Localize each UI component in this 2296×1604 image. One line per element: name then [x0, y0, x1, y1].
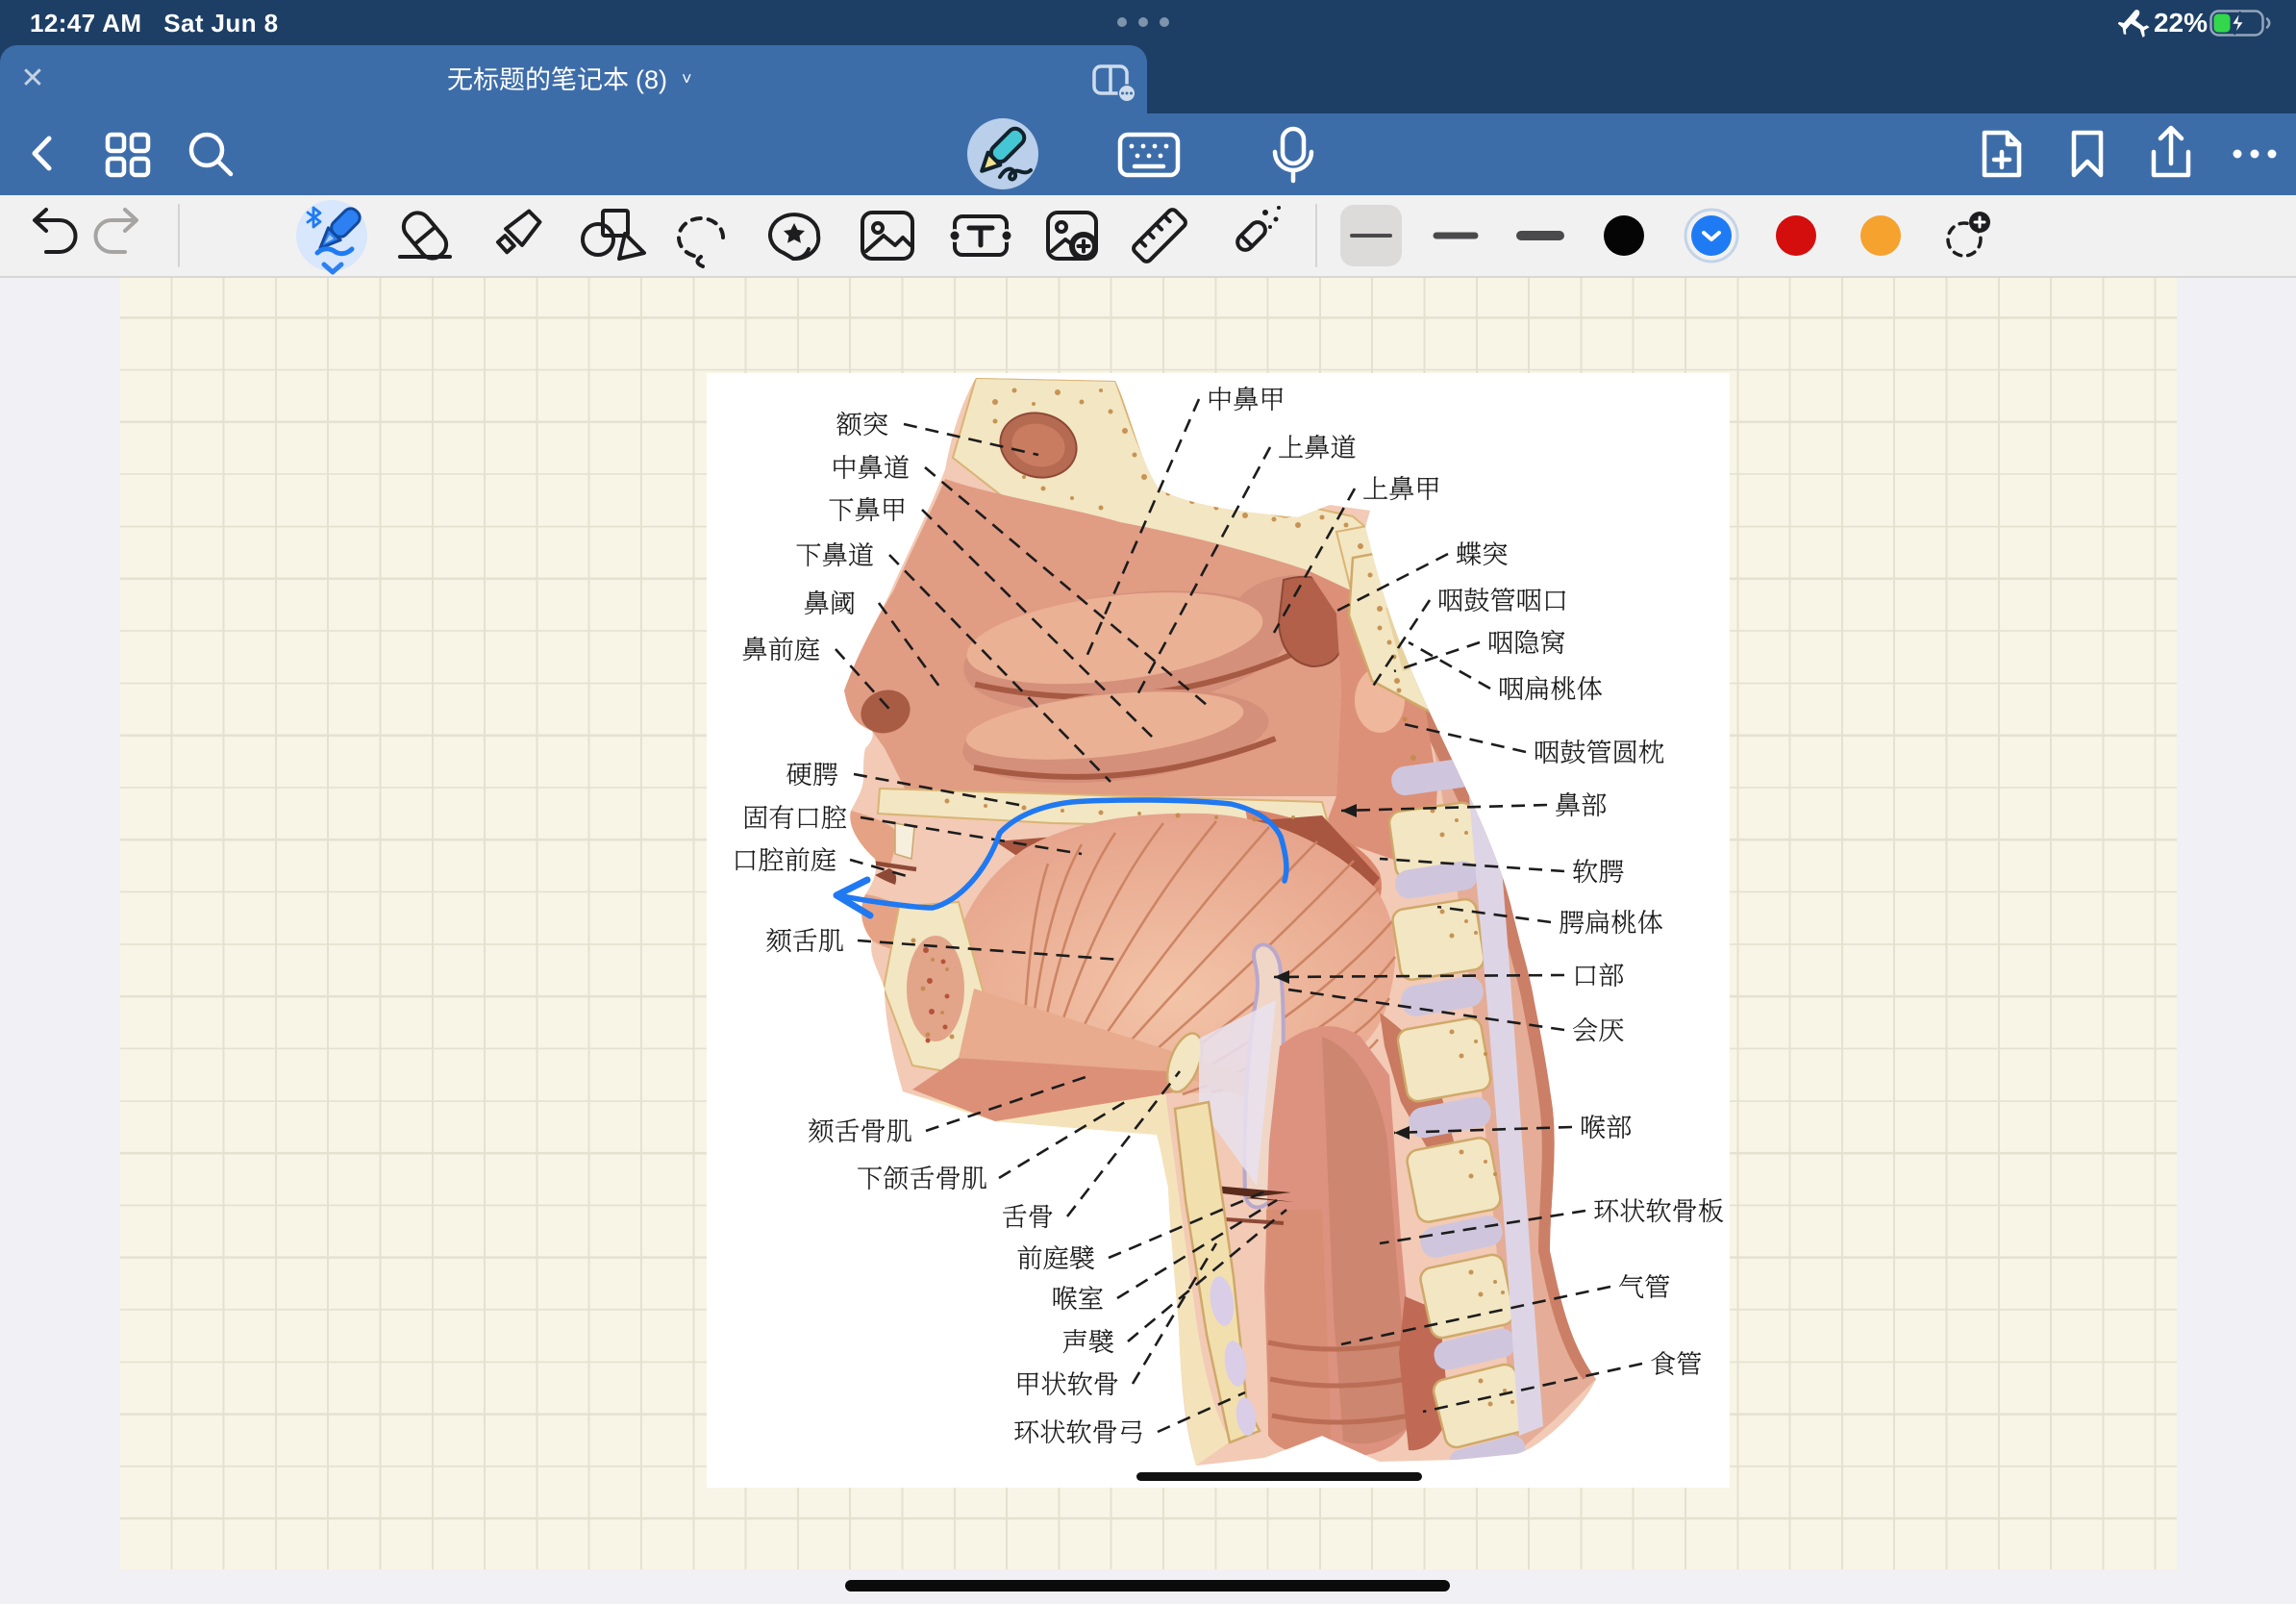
svg-text:˅: ˅	[682, 69, 692, 88]
svg-text:(8): (8)	[636, 65, 667, 94]
